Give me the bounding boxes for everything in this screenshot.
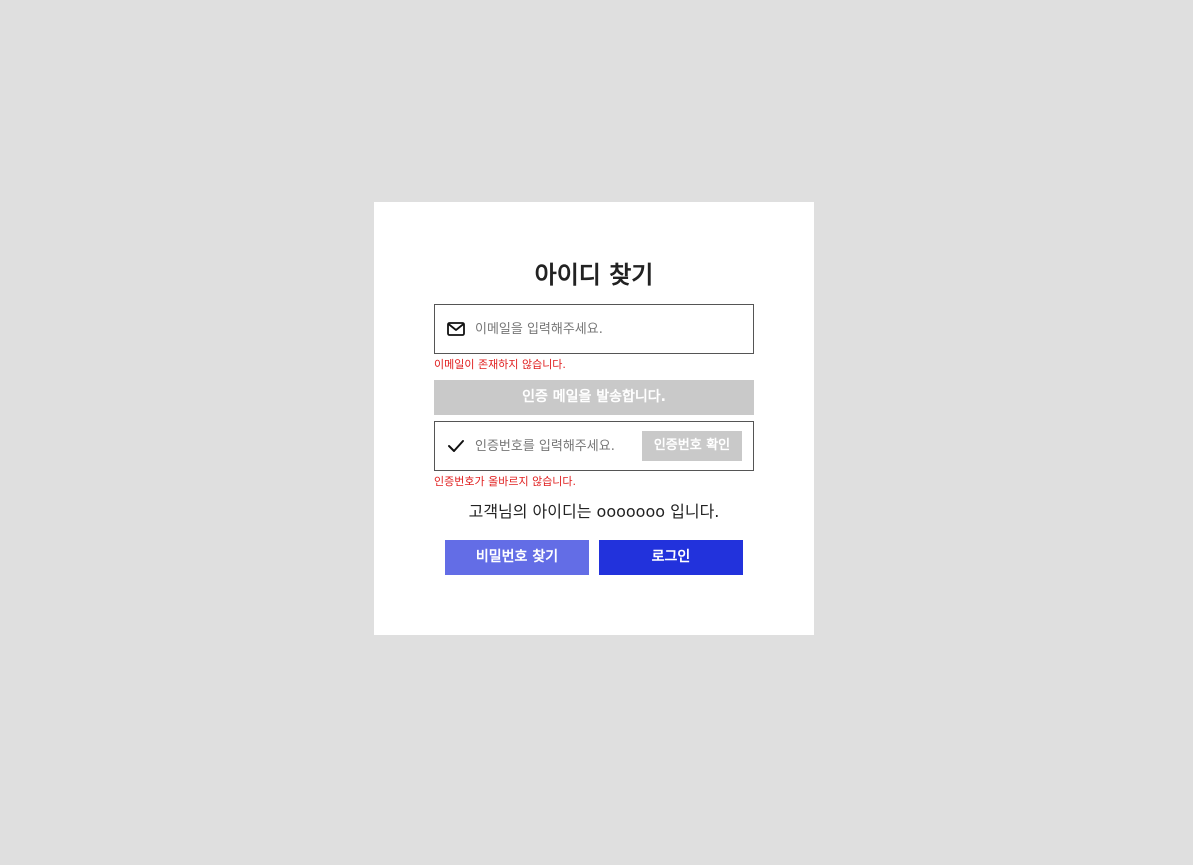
find-id-card: 아이디 찾기 이메일이 존재하지 않습니다. 인증 메일을 발송합니다. 인증번… <box>374 202 814 635</box>
find-password-button[interactable]: 비밀번호 찾기 <box>445 540 589 575</box>
found-id-result: 고객님의 아이디는 ooooooo 입니다. <box>468 502 720 521</box>
email-error-message: 이메일이 존재하지 않습니다. <box>434 358 566 371</box>
checkmark-icon <box>446 437 466 455</box>
code-error-message: 인증번호가 올바르지 않습니다. <box>434 475 577 488</box>
verify-code-button[interactable]: 인증번호 확인 <box>642 431 742 461</box>
email-input[interactable] <box>475 318 745 340</box>
send-verification-email-button[interactable]: 인증 메일을 발송합니다. <box>434 380 754 415</box>
mail-icon <box>446 320 466 338</box>
verification-code-field[interactable]: 인증번호 확인 <box>434 421 754 471</box>
email-field[interactable] <box>434 304 754 354</box>
verification-code-input[interactable] <box>475 435 635 457</box>
page-title: 아이디 찾기 <box>534 261 654 289</box>
login-button[interactable]: 로그인 <box>599 540 743 575</box>
